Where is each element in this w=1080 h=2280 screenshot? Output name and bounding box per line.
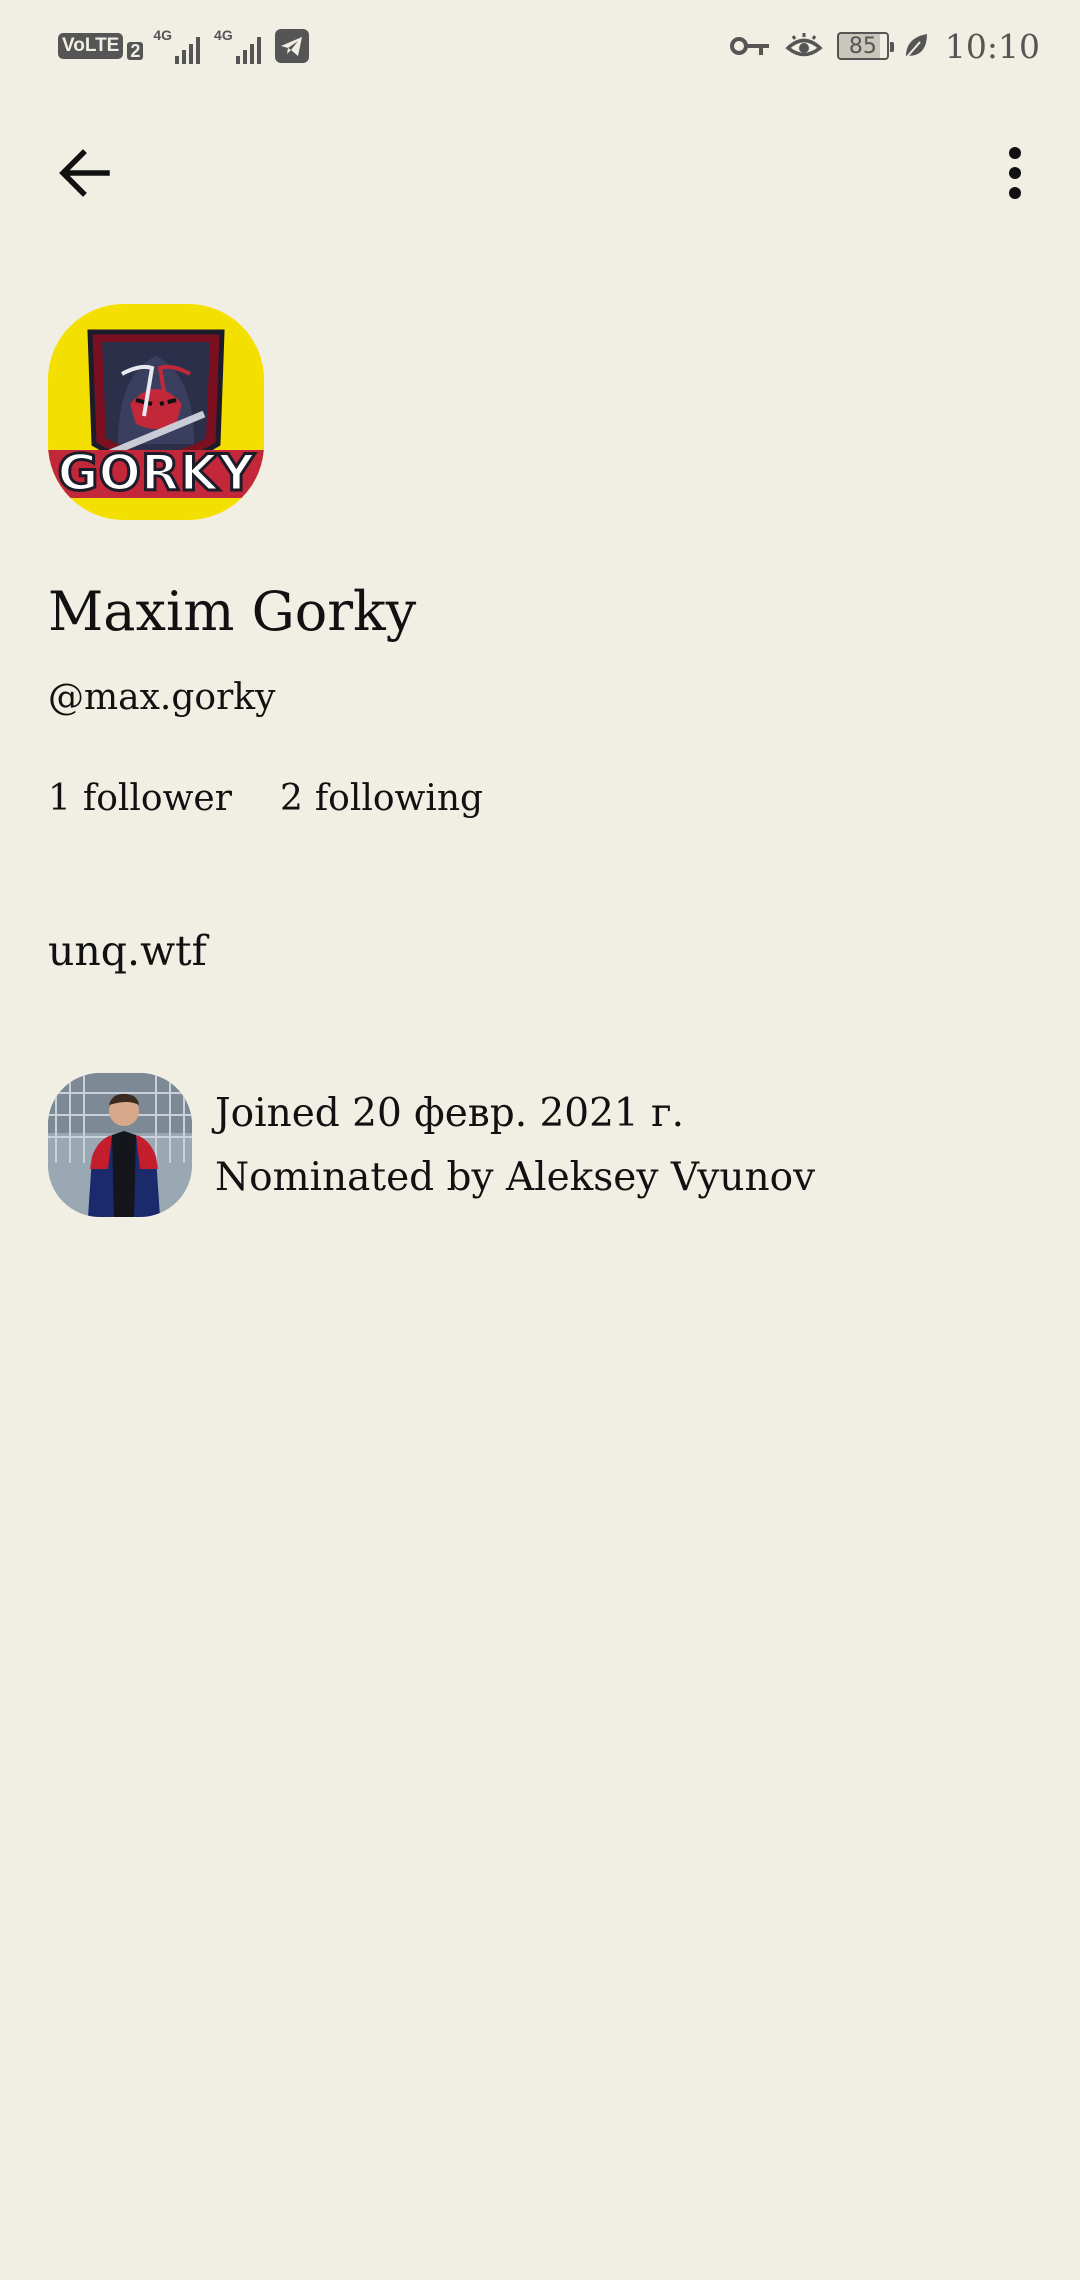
more-vertical-icon (1009, 147, 1021, 199)
profile-bio: unq.wtf (48, 927, 207, 975)
following-count: 2 (279, 777, 303, 819)
arrow-left-icon (59, 149, 110, 197)
signal-icon: 4G (153, 28, 204, 64)
more-options-button[interactable] (990, 138, 1040, 208)
status-bar-left: VoLTE 2 4G 4G (58, 26, 309, 66)
eye-comfort-icon (785, 33, 823, 57)
network-type-label: 4G (214, 27, 233, 43)
clock: 10:10 (944, 26, 1040, 66)
battery-icon: 85 (836, 32, 894, 60)
volte-icon: VoLTE (58, 33, 124, 59)
profile-handle: @max.gorky (48, 677, 276, 718)
status-bar: VoLTE 2 4G 4G 85 10:10 (0, 0, 1080, 92)
follow-stats: 1 follower 2 following (48, 768, 483, 828)
nominator-avatar[interactable] (48, 1073, 192, 1217)
avatar-logo-text: GORKY (58, 444, 256, 502)
followers-label: follower (82, 777, 232, 819)
telegram-icon (274, 29, 309, 63)
battery-level: 85 (848, 33, 877, 59)
back-button[interactable] (50, 138, 120, 208)
network-type-label: 4G (153, 27, 173, 43)
leaf-icon (905, 34, 927, 59)
vpn-key-icon (729, 37, 769, 55)
signal-icon: 4G (214, 28, 265, 64)
sim-slot-badge: 2 (127, 42, 144, 60)
nominated-by[interactable]: Nominated by Aleksey Vyunov (215, 1148, 815, 1208)
following-label: following (314, 777, 484, 819)
followers-link[interactable]: 1 follower (48, 778, 232, 819)
profile-avatar[interactable]: GORKY (48, 304, 264, 520)
status-bar-right: 85 10:10 (729, 24, 1040, 68)
following-link[interactable]: 2 following (280, 778, 483, 819)
followers-count: 1 (48, 777, 71, 819)
profile-name: Maxim Gorky (48, 580, 417, 643)
joined-date: Joined 20 февр. 2021 г. (215, 1091, 684, 1136)
